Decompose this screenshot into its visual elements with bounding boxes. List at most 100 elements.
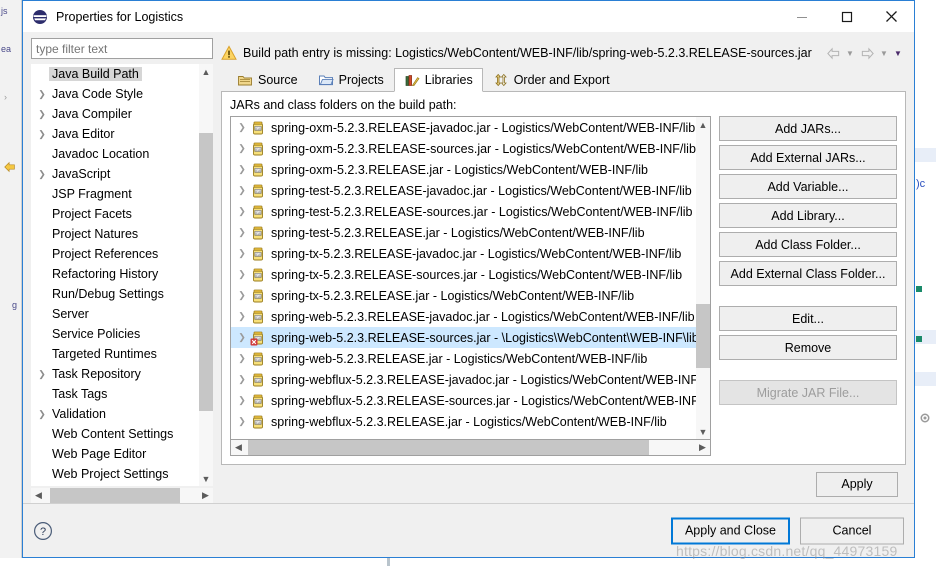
chevron-right-icon[interactable]: ❯: [234, 332, 250, 343]
chevron-right-icon[interactable]: ❯: [35, 409, 49, 420]
apply-and-close-button[interactable]: Apply and Close: [670, 517, 790, 544]
sidebar-scroll-right-button[interactable]: ▶: [198, 488, 213, 503]
add-external-jars-button[interactable]: Add External JARs...: [719, 145, 897, 170]
chevron-right-icon[interactable]: ❯: [234, 122, 250, 133]
jar-list-item[interactable]: ❯ 010 spring-web-5.2.3.RELEASE-sources.jar…: [231, 327, 696, 348]
sidebar-scroll-track[interactable]: [199, 79, 213, 471]
jar-list-item[interactable]: ❯ 010 spring-web-5.2.3.RELEASE-javadoc.jar…: [231, 306, 696, 327]
sidebar-item-web-content-settings[interactable]: Web Content Settings: [31, 424, 199, 444]
tab-source[interactable]: Source: [227, 69, 308, 91]
sidebar-item-refactoring-history[interactable]: Refactoring History: [31, 264, 199, 284]
jar-scroll-down-button[interactable]: ▼: [696, 424, 710, 439]
jar-hscroll-track[interactable]: [246, 440, 695, 455]
remove-button[interactable]: Remove: [719, 335, 897, 360]
jar-list-item[interactable]: ❯ 010 spring-oxm-5.2.3.RELEASE-sources.jar…: [231, 138, 696, 159]
sidebar-hscroll-thumb[interactable]: [50, 488, 180, 503]
jar-list-vertical-scrollbar[interactable]: ▲ ▼: [696, 117, 710, 439]
sidebar-hscroll-track[interactable]: [46, 488, 198, 503]
sidebar-item-task-tags[interactable]: Task Tags: [31, 384, 199, 404]
sidebar-item-project-natures[interactable]: Project Natures: [31, 224, 199, 244]
sidebar-item-project-facets[interactable]: Project Facets: [31, 204, 199, 224]
chevron-right-icon[interactable]: ❯: [35, 109, 49, 120]
chevron-right-icon[interactable]: ❯: [234, 143, 250, 154]
jar-list-item[interactable]: ❯ 010 spring-tx-5.2.3.RELEASE-javadoc.jar …: [231, 243, 696, 264]
sidebar-scroll-thumb[interactable]: [199, 133, 213, 411]
sidebar-item-run-debug-settings[interactable]: Run/Debug Settings: [31, 284, 199, 304]
message-forward-button[interactable]: [858, 44, 876, 62]
sidebar-item-java-build-path[interactable]: Java Build Path: [31, 64, 199, 84]
sidebar-scroll-up-button[interactable]: ▲: [199, 64, 213, 79]
chevron-right-icon[interactable]: ❯: [234, 395, 250, 406]
sidebar-item-validation[interactable]: ❯ Validation: [31, 404, 199, 424]
sidebar-item-javascript[interactable]: ❯ JavaScript: [31, 164, 199, 184]
chevron-right-icon[interactable]: ❯: [234, 227, 250, 238]
chevron-right-icon[interactable]: ❯: [234, 185, 250, 196]
add-variable-button[interactable]: Add Variable...: [719, 174, 897, 199]
jar-list-item[interactable]: ❯ 010 spring-test-5.2.3.RELEASE-javadoc.ja…: [231, 180, 696, 201]
jar-list-item[interactable]: ❯ 010 spring-test-5.2.3.RELEASE.jar - Logi…: [231, 222, 696, 243]
chevron-right-icon[interactable]: ❯: [234, 248, 250, 259]
sidebar-scroll-left-button[interactable]: ◀: [31, 488, 46, 503]
sidebar-scroll-down-button[interactable]: ▼: [199, 471, 213, 486]
sidebar-horizontal-scrollbar[interactable]: ◀ ▶: [31, 488, 213, 503]
jar-scroll-up-button[interactable]: ▲: [696, 117, 710, 132]
jar-list-item[interactable]: ❯ 010 spring-webflux-5.2.3.RELEASE.jar - L…: [231, 411, 696, 432]
sidebar-item-javadoc-location[interactable]: Javadoc Location: [31, 144, 199, 164]
jar-list-item[interactable]: ❯ 010 spring-webflux-5.2.3.RELEASE-sources…: [231, 390, 696, 411]
chevron-right-icon[interactable]: ❯: [234, 269, 250, 280]
jar-scroll-right-button[interactable]: ▶: [695, 440, 710, 455]
cancel-button[interactable]: Cancel: [800, 517, 904, 544]
chevron-right-icon[interactable]: ❯: [234, 164, 250, 175]
jar-list-item[interactable]: ❯ 010 spring-oxm-5.2.3.RELEASE.jar - Logis…: [231, 159, 696, 180]
chevron-right-icon[interactable]: ❯: [234, 353, 250, 364]
jar-hscroll-thumb[interactable]: [248, 440, 649, 455]
chevron-right-icon[interactable]: ❯: [234, 290, 250, 301]
sidebar-item-web-page-editor[interactable]: Web Page Editor: [31, 444, 199, 464]
jar-scroll-thumb[interactable]: [696, 304, 710, 368]
chevron-right-icon[interactable]: ❯: [35, 129, 49, 140]
edit-button[interactable]: Edit...: [719, 306, 897, 331]
chevron-right-icon[interactable]: ❯: [234, 374, 250, 385]
close-button[interactable]: [869, 1, 914, 32]
sidebar-item-project-references[interactable]: Project References: [31, 244, 199, 264]
jar-list-item[interactable]: ❯ 010 spring-webflux-5.2.3.RELEASE-javadoc…: [231, 369, 696, 390]
chevron-right-icon[interactable]: ❯: [234, 206, 250, 217]
jar-list-horizontal-scrollbar[interactable]: ◀ ▶: [230, 440, 711, 456]
chevron-right-icon[interactable]: ❯: [234, 416, 250, 427]
minimize-button[interactable]: [779, 1, 824, 32]
apply-button[interactable]: Apply: [816, 471, 898, 497]
jar-list-item[interactable]: ❯ 010 spring-test-5.2.3.RELEASE-sources.ja…: [231, 201, 696, 222]
tab-libraries[interactable]: Libraries: [393, 68, 483, 92]
add-jars-button[interactable]: Add JARs...: [719, 116, 897, 141]
add-library-button[interactable]: Add Library...: [719, 203, 897, 228]
message-forward-dropdown[interactable]: ▼: [878, 44, 890, 62]
sidebar-item-java-editor[interactable]: ❯ Java Editor: [31, 124, 199, 144]
tab-projects[interactable]: Projects: [307, 69, 394, 91]
chevron-right-icon[interactable]: ❯: [35, 369, 49, 380]
sidebar-item-java-code-style[interactable]: ❯ Java Code Style: [31, 84, 199, 104]
sidebar-item-targeted-runtimes[interactable]: Targeted Runtimes: [31, 344, 199, 364]
jar-scroll-track[interactable]: [696, 132, 710, 424]
tab-order-and-export[interactable]: Order and Export: [482, 69, 620, 91]
message-back-dropdown[interactable]: ▼: [844, 44, 856, 62]
jar-list-item[interactable]: ❯ 010 spring-tx-5.2.3.RELEASE-sources.jar …: [231, 264, 696, 285]
jar-list-box[interactable]: ❯ 010 spring-oxm-5.2.3.RELEASE-javadoc.jar…: [230, 116, 711, 440]
sidebar-item-service-policies[interactable]: Service Policies: [31, 324, 199, 344]
jar-list-item[interactable]: ❯ 010 spring-tx-5.2.3.RELEASE.jar - Logist…: [231, 285, 696, 306]
jar-list-item[interactable]: ❯ 010 spring-web-5.2.3.RELEASE.jar - Logis…: [231, 348, 696, 369]
message-menu-dropdown[interactable]: ▼: [892, 44, 904, 62]
message-back-button[interactable]: [824, 44, 842, 62]
add-class-folder-button[interactable]: Add Class Folder...: [719, 232, 897, 257]
sidebar-item-task-repository[interactable]: ❯ Task Repository: [31, 364, 199, 384]
maximize-button[interactable]: [824, 1, 869, 32]
chevron-right-icon[interactable]: ❯: [35, 89, 49, 100]
chevron-right-icon[interactable]: ❯: [234, 311, 250, 322]
add-external-class-folder-button[interactable]: Add External Class Folder...: [719, 261, 897, 286]
jar-scroll-left-button[interactable]: ◀: [231, 440, 246, 455]
help-icon[interactable]: ?: [33, 521, 53, 541]
sidebar-item-server[interactable]: Server: [31, 304, 199, 324]
chevron-right-icon[interactable]: ❯: [35, 169, 49, 180]
sidebar-item-jsp-fragment[interactable]: JSP Fragment: [31, 184, 199, 204]
dialog-titlebar[interactable]: Properties for Logistics: [23, 1, 914, 32]
jar-list-item[interactable]: ❯ 010 spring-oxm-5.2.3.RELEASE-javadoc.jar…: [231, 117, 696, 138]
